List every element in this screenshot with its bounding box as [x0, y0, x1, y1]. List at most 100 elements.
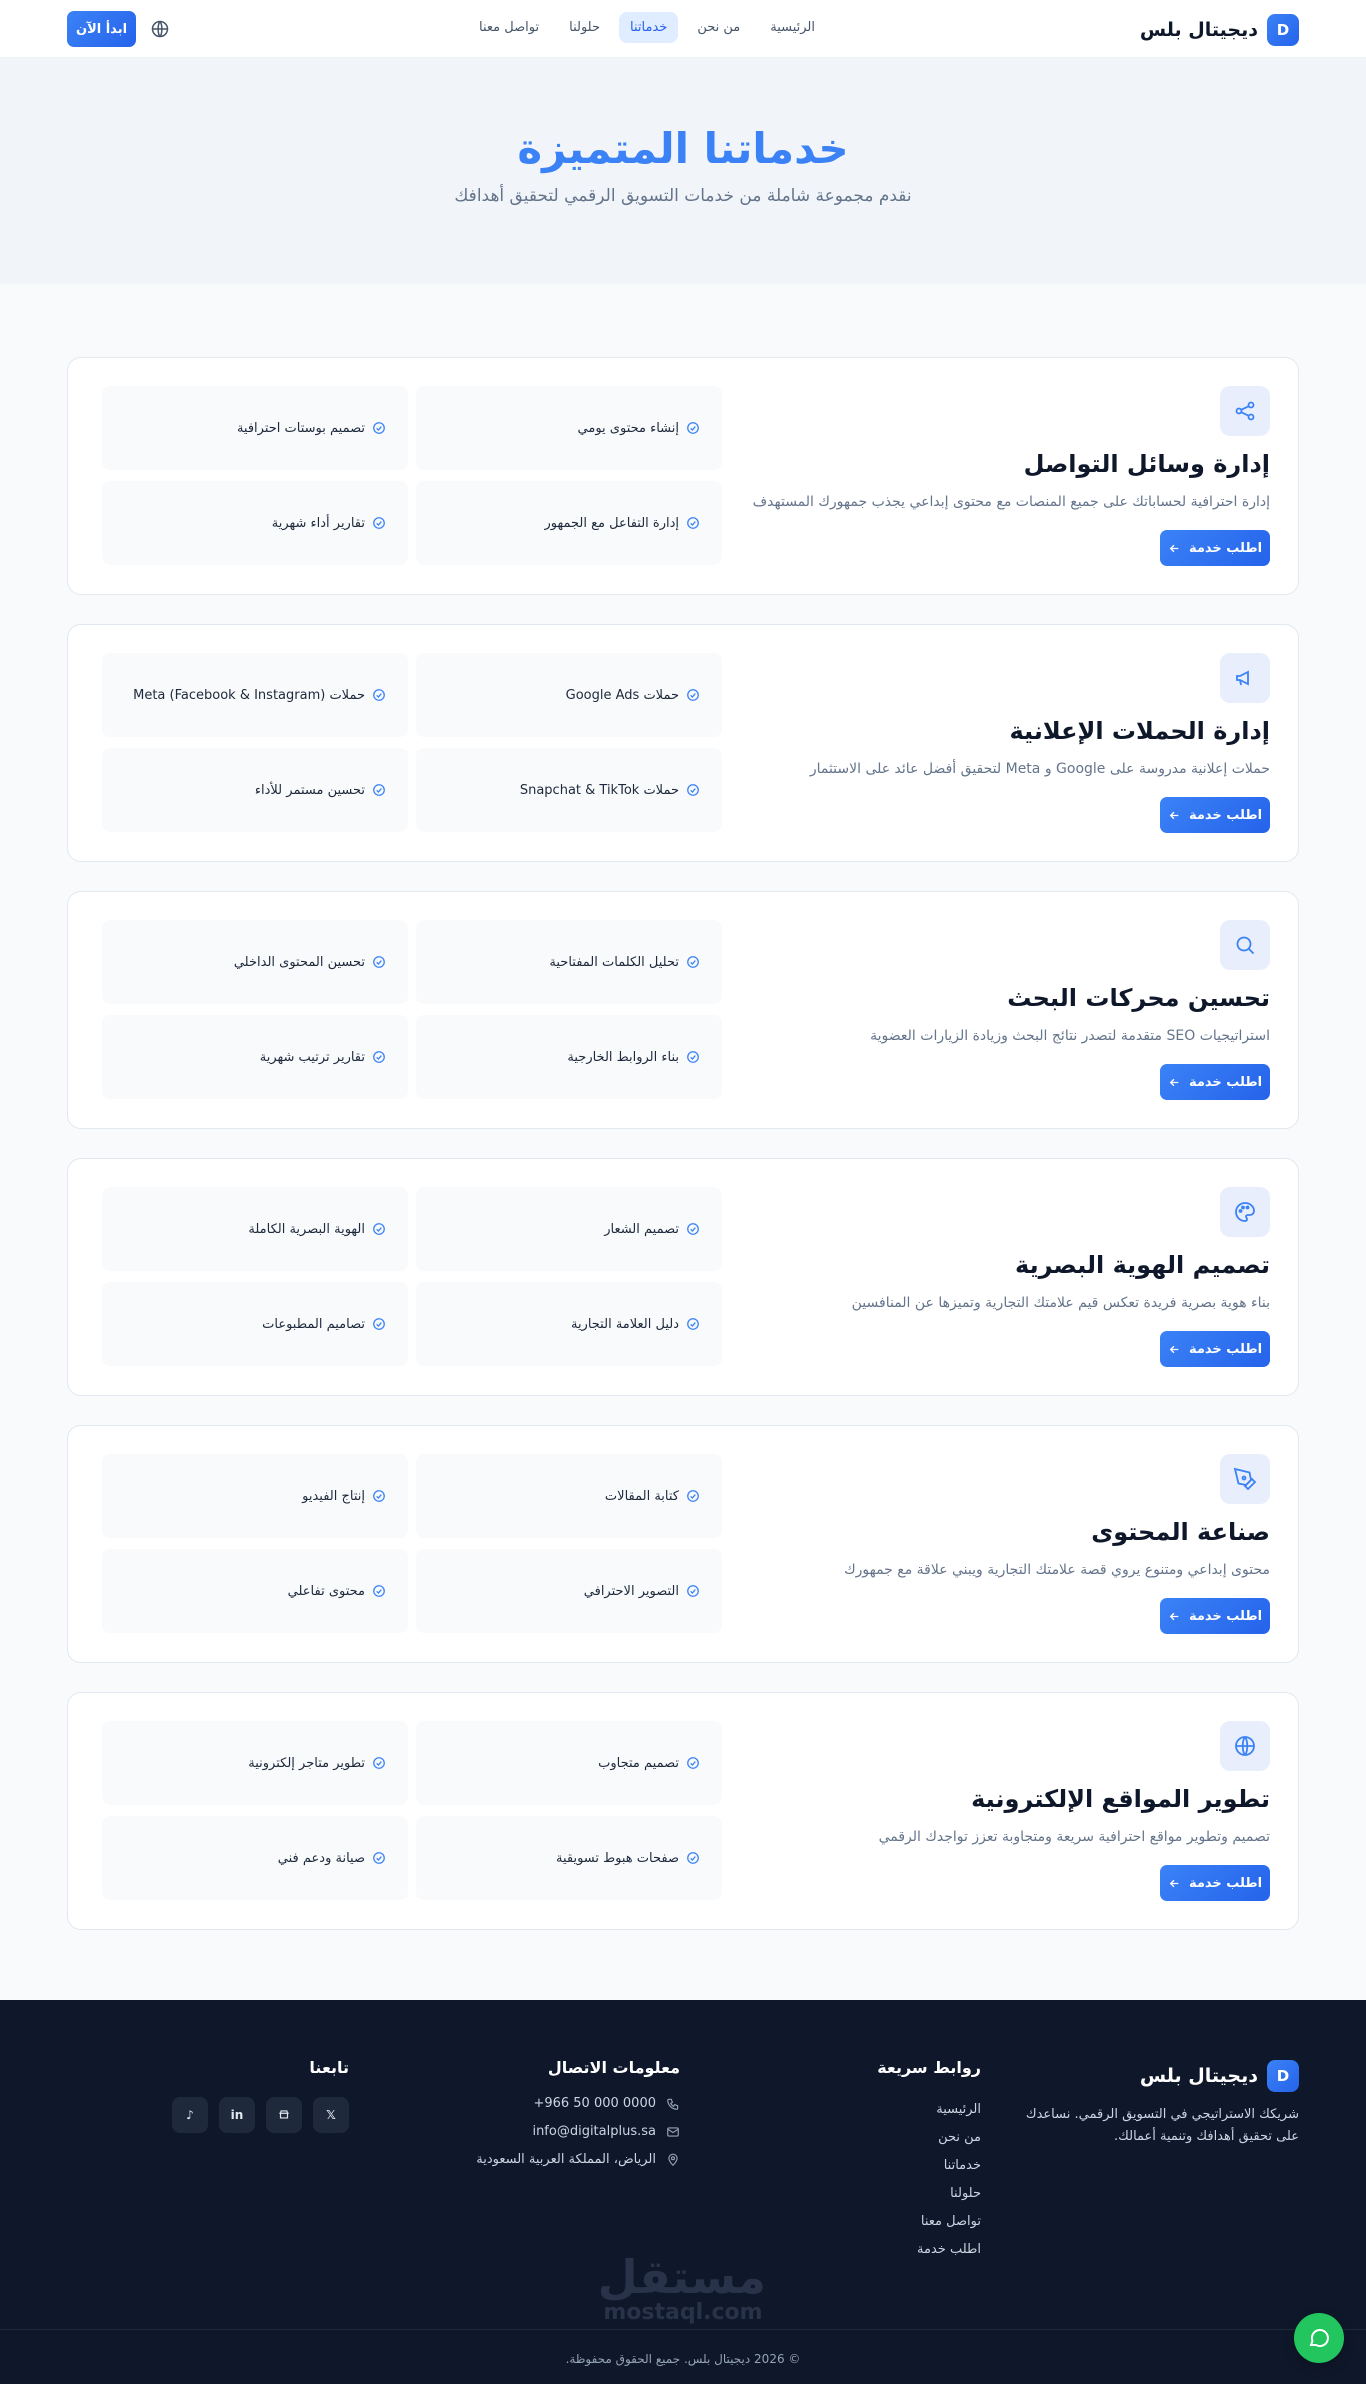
contact-phone[interactable]: +966 50 000 0000 — [476, 2096, 680, 2111]
request-service-button[interactable]: اطلب خدمة — [1160, 1331, 1270, 1367]
feature-label: تصميم الشعار — [604, 1221, 679, 1237]
check-circle-icon — [373, 956, 385, 968]
footer-link-solutions[interactable]: حلولنا — [917, 2186, 981, 2201]
check-circle-icon — [373, 1318, 385, 1330]
footer-link-contact[interactable]: تواصل معنا — [917, 2214, 981, 2229]
footer-brand[interactable]: D ديجيتال بلس — [1140, 2060, 1299, 2092]
request-service-label: اطلب خدمة — [1188, 1608, 1263, 1624]
arrow-left-icon — [1169, 811, 1179, 819]
feature-item: تحسين مستمر للأداء — [102, 748, 408, 832]
follow-title: تابعنا — [309, 2058, 349, 2077]
mail-icon — [667, 2126, 679, 2137]
linkedin-icon[interactable]: in — [219, 2097, 255, 2133]
footer-about: شريكك الاستراتيجي في التسويق الرقمي. نسا… — [1025, 2107, 1299, 2145]
service-icon-box — [1220, 1187, 1270, 1237]
chat-bubble-icon — [1309, 2329, 1329, 2348]
footer-link-about[interactable]: من نحن — [917, 2130, 981, 2145]
nav-about[interactable]: من نحن — [686, 12, 751, 43]
feature-label: إدارة التفاعل مع الجمهور — [544, 515, 679, 531]
quick-links: الرئيسية من نحن خدماتنا حلولنا تواصل معن… — [917, 2102, 981, 2257]
chat-button[interactable] — [1294, 2313, 1344, 2363]
request-service-button[interactable]: اطلب خدمة — [1160, 1865, 1270, 1901]
request-service-label: اطلب خدمة — [1188, 1875, 1263, 1891]
x-icon[interactable]: 𝕏 — [313, 2097, 349, 2133]
service-description: استراتيجيات SEO متقدمة لتصدر نتائج البحث… — [870, 1028, 1270, 1044]
service-title: تحسين محركات البحث — [1007, 984, 1270, 1012]
arrow-left-icon — [1169, 544, 1179, 552]
contact-email[interactable]: info@digitalplus.sa — [476, 2124, 680, 2139]
page-subtitle: نقدم مجموعة شاملة من خدمات التسويق الرقم… — [454, 186, 912, 207]
check-circle-icon — [687, 1490, 699, 1502]
check-circle-icon — [687, 1051, 699, 1063]
check-circle-icon — [687, 1585, 699, 1597]
feature-item: تصميم الشعار — [416, 1187, 722, 1271]
request-service-button[interactable]: اطلب خدمة — [1160, 797, 1270, 833]
address-text: الرياض، المملكة العربية السعودية — [476, 2152, 656, 2167]
service-description: حملات إعلانية مدروسة على Google و Meta ل… — [809, 761, 1270, 777]
nav-services[interactable]: خدماتنا — [619, 12, 679, 43]
brand-logo[interactable]: D ديجيتال بلس — [1140, 14, 1299, 46]
brand-badge: D — [1267, 14, 1299, 46]
footer-link-request[interactable]: اطلب خدمة — [917, 2242, 981, 2257]
brand-name: ديجيتال بلس — [1139, 19, 1258, 41]
feature-label: تقارير أداء شهرية — [271, 515, 365, 531]
feature-item: محتوى تفاعلي — [102, 1549, 408, 1633]
service-icon-box — [1220, 1721, 1270, 1771]
start-now-button[interactable]: ابدأ الآن — [67, 11, 136, 47]
feature-item: تطوير متاجر إلكترونية — [102, 1721, 408, 1805]
feature-label: الهوية البصرية الكاملة — [248, 1221, 365, 1237]
feature-item: صيانة ودعم فني — [102, 1816, 408, 1900]
service-icon-box — [1220, 920, 1270, 970]
request-service-button[interactable]: اطلب خدمة — [1160, 1064, 1270, 1100]
check-circle-icon — [687, 784, 699, 796]
service-description: تصميم وتطوير مواقع احترافية سريعة ومتجاو… — [878, 1829, 1270, 1845]
copyright: © 2026 ديجيتال بلس. جميع الحقوق محفوظة. — [565, 2352, 801, 2366]
arrow-left-icon — [1169, 1612, 1179, 1620]
footer-divider — [0, 2329, 1366, 2330]
feature-label: تحليل الكلمات المفتاحية — [549, 954, 679, 970]
nav-home[interactable]: الرئيسية — [759, 12, 826, 43]
service-title: صناعة المحتوى — [1091, 1518, 1270, 1546]
phone-icon — [667, 2098, 679, 2110]
service-icon-box — [1220, 386, 1270, 436]
feature-item: بناء الروابط الخارجية — [416, 1015, 722, 1099]
service-card: تصميم الهوية البصرية بناء هوية بصرية فريد… — [67, 1158, 1299, 1396]
hero-section: خدماتنا المتميزة نقدم مجموعة شاملة من خد… — [0, 58, 1366, 284]
search-icon — [1236, 936, 1255, 955]
feature-label: بناء الروابط الخارجية — [567, 1049, 679, 1065]
feature-label: تصميم متجاوب — [598, 1755, 679, 1771]
check-circle-icon — [373, 1223, 385, 1235]
share-icon — [1235, 401, 1255, 421]
footer-link-services[interactable]: خدماتنا — [917, 2158, 981, 2173]
service-title: تصميم الهوية البصرية — [1015, 1251, 1270, 1279]
service-title: إدارة وسائل التواصل — [1023, 450, 1270, 478]
globe-icon — [1235, 1736, 1255, 1756]
request-service-label: اطلب خدمة — [1188, 1074, 1263, 1090]
feature-label: محتوى تفاعلي — [287, 1583, 365, 1599]
request-service-label: اطلب خدمة — [1188, 540, 1263, 556]
site-header: D ديجيتال بلس الرئيسية من نحن خدماتنا حل… — [0, 0, 1366, 58]
service-description: محتوى إبداعي ومتنوع يروي قصة علامتك التج… — [844, 1562, 1270, 1578]
check-circle-icon — [687, 1852, 699, 1864]
feature-item: إدارة التفاعل مع الجمهور — [416, 481, 722, 565]
request-service-button[interactable]: اطلب خدمة — [1160, 530, 1270, 566]
tiktok-icon[interactable]: ♪ — [172, 2097, 208, 2133]
nav-contact[interactable]: تواصل معنا — [468, 12, 550, 43]
footer-link-home[interactable]: الرئيسية — [917, 2102, 981, 2117]
nav-solutions[interactable]: حلولنا — [558, 12, 611, 43]
check-circle-icon — [373, 1757, 385, 1769]
check-circle-icon — [687, 689, 699, 701]
request-service-button[interactable]: اطلب خدمة — [1160, 1598, 1270, 1634]
feature-item: صفحات هبوط تسويقية — [416, 1816, 722, 1900]
feature-label: تطوير متاجر إلكترونية — [248, 1755, 365, 1771]
check-circle-icon — [373, 1051, 385, 1063]
request-service-label: اطلب خدمة — [1188, 807, 1263, 823]
snapchat-icon[interactable] — [266, 2097, 302, 2133]
check-circle-icon — [373, 1852, 385, 1864]
check-circle-icon — [373, 1490, 385, 1502]
watermark-english: mostaql.com — [603, 2300, 763, 2325]
globe-icon[interactable] — [150, 19, 170, 39]
watermark: مستقل mostaql.com — [598, 2254, 766, 2325]
check-circle-icon — [373, 689, 385, 701]
feature-item: تحسين المحتوى الداخلي — [102, 920, 408, 1004]
